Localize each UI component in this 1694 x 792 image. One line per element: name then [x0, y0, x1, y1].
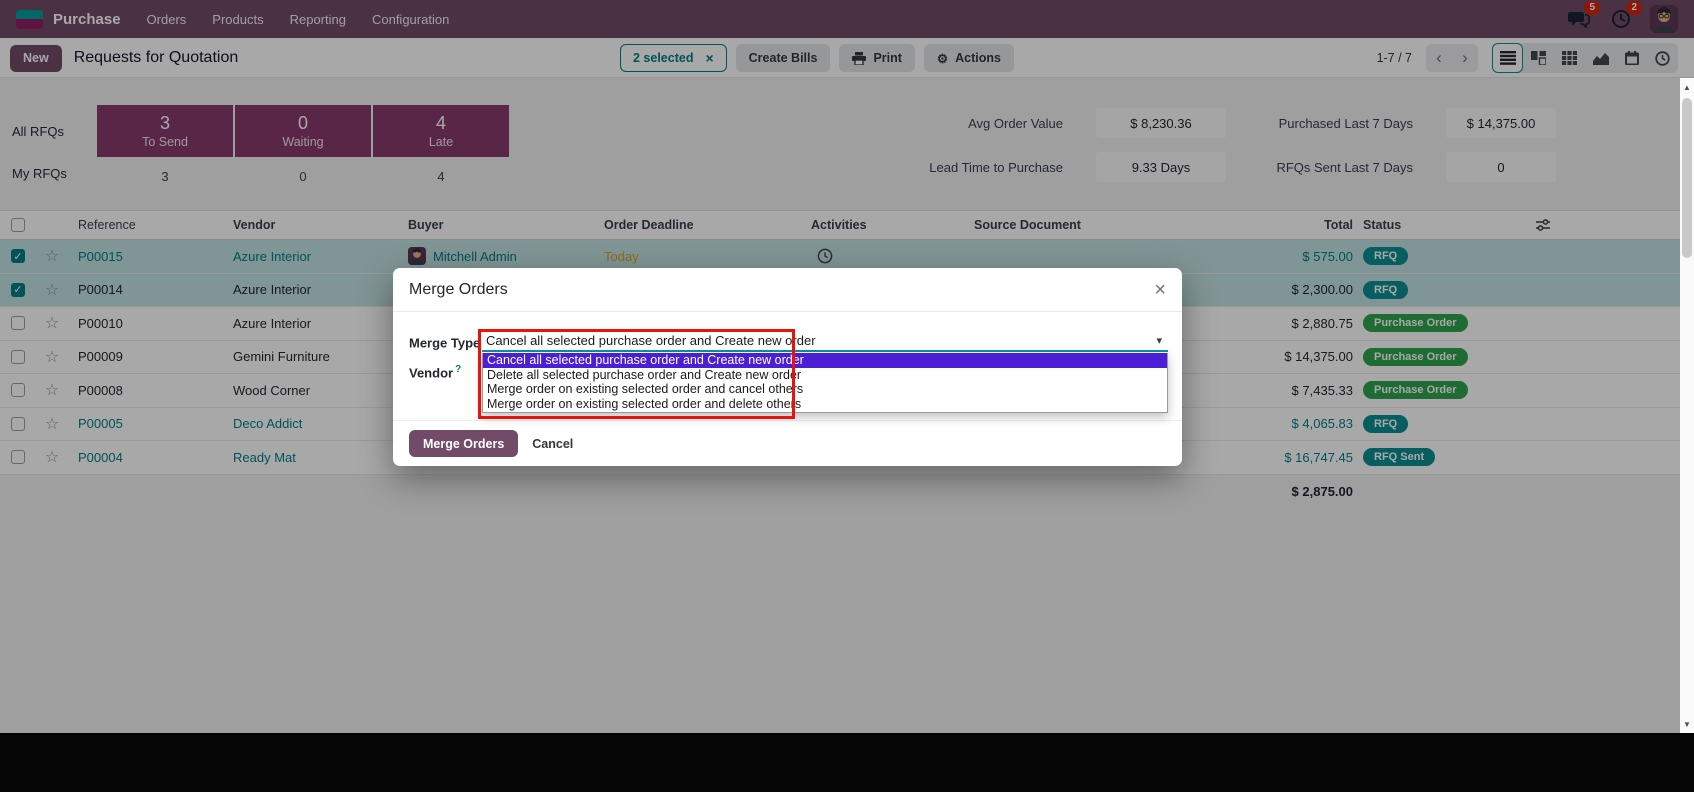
merge-type-label-text: Merge Type: [409, 335, 481, 351]
scroll-up-icon[interactable]: ▲: [1680, 80, 1694, 94]
bottom-letterbox: [0, 733, 1694, 792]
scroll-down-icon[interactable]: ▼: [1680, 717, 1694, 731]
merge-type-selected-value: Cancel all selected purchase order and C…: [486, 332, 816, 348]
dialog-title: Merge Orders: [409, 280, 508, 298]
merge-type-option[interactable]: Delete all selected purchase order and C…: [483, 368, 1167, 383]
vendor-label: Vendor?: [409, 364, 461, 380]
merge-type-option[interactable]: Merge order on existing selected order a…: [483, 382, 1167, 397]
merge-type-label: Merge Type?: [409, 334, 488, 350]
merge-type-dropdown: Cancel all selected purchase order and C…: [482, 353, 1168, 413]
vendor-label-text: Vendor: [409, 365, 454, 381]
merge-type-select[interactable]: Cancel all selected purchase order and C…: [482, 330, 1168, 352]
cancel-button[interactable]: Cancel: [532, 437, 573, 451]
close-icon[interactable]: ×: [1154, 280, 1166, 300]
vertical-scrollbar[interactable]: ▲ ▼: [1680, 78, 1694, 733]
merge-type-option[interactable]: Merge order on existing selected order a…: [483, 397, 1167, 412]
merge-type-option[interactable]: Cancel all selected purchase order and C…: [483, 353, 1167, 368]
screen: Purchase Orders Products Reporting Confi…: [0, 0, 1694, 792]
vendor-help-icon[interactable]: ?: [455, 364, 461, 375]
chevron-down-icon: ▾: [1156, 334, 1162, 347]
scrollbar-thumb[interactable]: [1682, 98, 1692, 258]
merge-orders-dialog: Merge Orders × Merge Type? Vendor? Cance…: [393, 268, 1182, 466]
merge-orders-confirm-button[interactable]: Merge Orders: [409, 430, 519, 457]
